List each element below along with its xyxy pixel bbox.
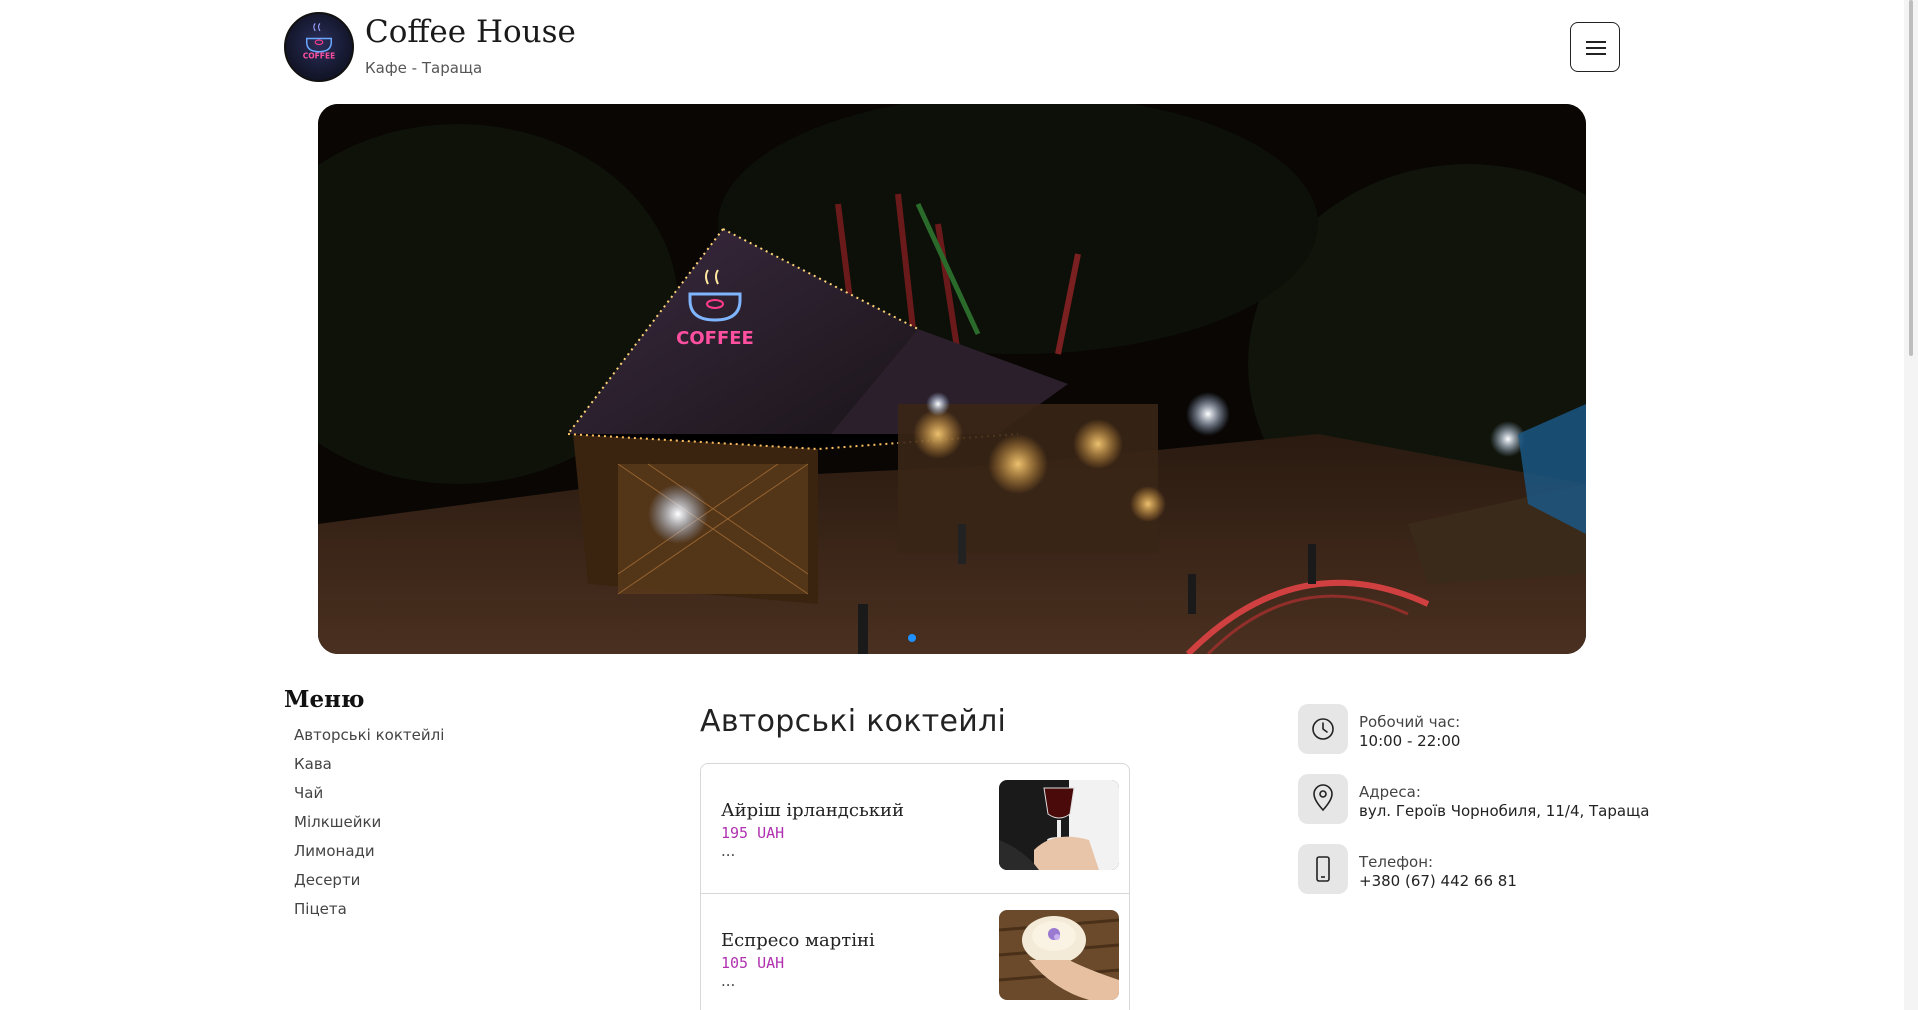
- hamburger-menu-button[interactable]: [1570, 22, 1620, 72]
- menu-item-milkshakes[interactable]: Мілкшейки: [284, 812, 584, 841]
- phone-label: Телефон:: [1359, 853, 1434, 871]
- brand-logo[interactable]: COFFEE: [284, 12, 354, 82]
- section-title: Авторські коктейлі: [700, 704, 1007, 739]
- product-price: 195 UAH: [721, 824, 785, 842]
- address-value[interactable]: вул. Героїв Чорнобиля, 11/4, Тараща: [1359, 802, 1649, 820]
- menu-sidebar: Меню Авторські коктейлі Кава Чай Мілкшей…: [284, 686, 584, 928]
- coffee-cup-logo-icon: COFFEE: [303, 23, 336, 60]
- contact-info: Робочий час: 10:00 - 22:00 Адреса: вул. …: [1298, 704, 1649, 914]
- hamburger-line-icon: [1586, 47, 1606, 49]
- menu-item-lemonades[interactable]: Лимонади: [284, 841, 584, 870]
- site-title[interactable]: Coffee House: [365, 14, 576, 50]
- menu-item-coffee[interactable]: Кава: [284, 754, 584, 783]
- menu-item-tea[interactable]: Чай: [284, 783, 584, 812]
- neon-sign-text: COFFEE: [676, 328, 754, 349]
- product-price: 105 UAH: [721, 954, 785, 972]
- product-card[interactable]: Еспресо мартіні 105 UAH ...: [701, 894, 1129, 1010]
- menu-section: Авторські коктейлі Айріш ірландський 195…: [700, 704, 1130, 1010]
- carousel-dot-active[interactable]: [908, 634, 916, 642]
- hours-label: Робочий час:: [1359, 713, 1461, 731]
- menu-category-list: Авторські коктейлі Кава Чай Мілкшейки Ли…: [284, 725, 584, 928]
- menu-title: Меню: [284, 686, 365, 713]
- logo-text: COFFEE: [303, 51, 336, 60]
- site-header: COFFEE Coffee House Кафе - Тараща: [284, 12, 1620, 84]
- product-name: Айріш ірландський: [721, 800, 905, 821]
- phone-value[interactable]: +380 (67) 442 66 81: [1359, 872, 1517, 890]
- hamburger-line-icon: [1586, 53, 1606, 55]
- address-row: Адреса: вул. Героїв Чорнобиля, 11/4, Тар…: [1298, 774, 1649, 844]
- product-description: ...: [721, 972, 736, 990]
- product-image: [999, 780, 1119, 870]
- address-label: Адреса:: [1359, 783, 1421, 801]
- menu-item-desserts[interactable]: Десерти: [284, 870, 584, 899]
- clock-icon: [1298, 704, 1348, 754]
- phone-row: Телефон: +380 (67) 442 66 81: [1298, 844, 1628, 914]
- scrollbar-thumb[interactable]: [1909, 0, 1913, 356]
- hamburger-line-icon: [1586, 41, 1606, 43]
- product-description: ...: [721, 842, 736, 860]
- page-scrollbar[interactable]: [1904, 0, 1918, 1010]
- product-name: Еспресо мартіні: [721, 930, 875, 951]
- product-list: Айріш ірландський 195 UAH ... Еспресо ма…: [700, 763, 1130, 1010]
- hero-image: COFFEE: [318, 104, 1586, 654]
- location-pin-icon: [1298, 774, 1348, 824]
- hero-carousel[interactable]: COFFEE: [318, 104, 1586, 654]
- hours-value: 10:00 - 22:00: [1359, 732, 1461, 750]
- hours-row: Робочий час: 10:00 - 22:00: [1298, 704, 1628, 774]
- product-card[interactable]: Айріш ірландський 195 UAH ...: [701, 764, 1129, 894]
- menu-item-pizzetta[interactable]: Піцета: [284, 899, 584, 928]
- phone-icon: [1298, 844, 1348, 894]
- menu-item-cocktails[interactable]: Авторські коктейлі: [284, 725, 584, 754]
- site-subtitle: Кафе - Тараща: [365, 59, 483, 77]
- product-image: [999, 910, 1119, 1000]
